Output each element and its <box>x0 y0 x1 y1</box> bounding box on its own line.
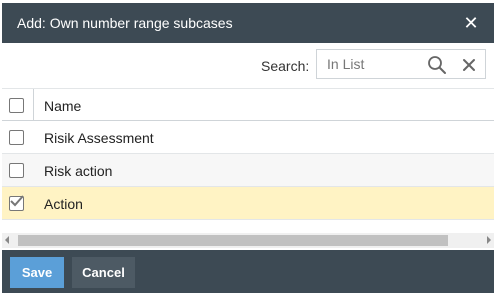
scroll-thumb[interactable] <box>18 235 448 246</box>
dialog-header: Add: Own number range subcases ✕ <box>2 3 494 43</box>
table-row[interactable]: Risk action <box>2 154 494 187</box>
table-row-selected[interactable]: Action <box>2 187 494 220</box>
row-name: Action <box>44 196 83 212</box>
search-input[interactable] <box>325 55 427 73</box>
scroll-left-arrow-icon[interactable] <box>5 236 9 244</box>
clear-icon[interactable] <box>459 55 479 75</box>
column-header-name[interactable]: Name <box>44 98 81 114</box>
search-box <box>316 49 486 79</box>
close-icon[interactable]: ✕ <box>462 12 480 34</box>
row-checkbox-cell <box>2 154 32 187</box>
row-checkbox[interactable] <box>9 130 24 145</box>
row-checkbox-cell <box>2 121 32 154</box>
scroll-right-arrow-icon[interactable] <box>487 236 491 244</box>
table-header-row: Name <box>2 88 494 122</box>
row-name: Risik Assessment <box>44 130 154 146</box>
save-button[interactable]: Save <box>10 257 64 288</box>
row-checkbox-checked[interactable] <box>9 195 24 211</box>
select-all-cell <box>2 89 32 122</box>
horizontal-scrollbar[interactable] <box>2 233 494 248</box>
select-all-checkbox[interactable] <box>9 98 24 113</box>
search-bar: Search: <box>2 43 494 88</box>
row-checkbox-cell <box>2 187 32 220</box>
checkmark-icon <box>10 195 24 207</box>
row-name: Risk action <box>44 163 113 179</box>
table-row[interactable]: Risik Assessment <box>2 121 494 154</box>
row-checkbox[interactable] <box>9 163 24 178</box>
search-label: Search: <box>261 58 310 74</box>
cancel-button[interactable]: Cancel <box>72 257 135 288</box>
column-divider <box>33 89 34 122</box>
add-subcases-dialog: Add: Own number range subcases ✕ Search: <box>0 0 496 295</box>
dialog-footer: Save Cancel <box>2 250 494 293</box>
subcases-table: Name Risik Assessment Risk action Action <box>2 88 494 224</box>
search-icon[interactable] <box>427 55 447 75</box>
dialog-title: Add: Own number range subcases <box>17 15 233 31</box>
